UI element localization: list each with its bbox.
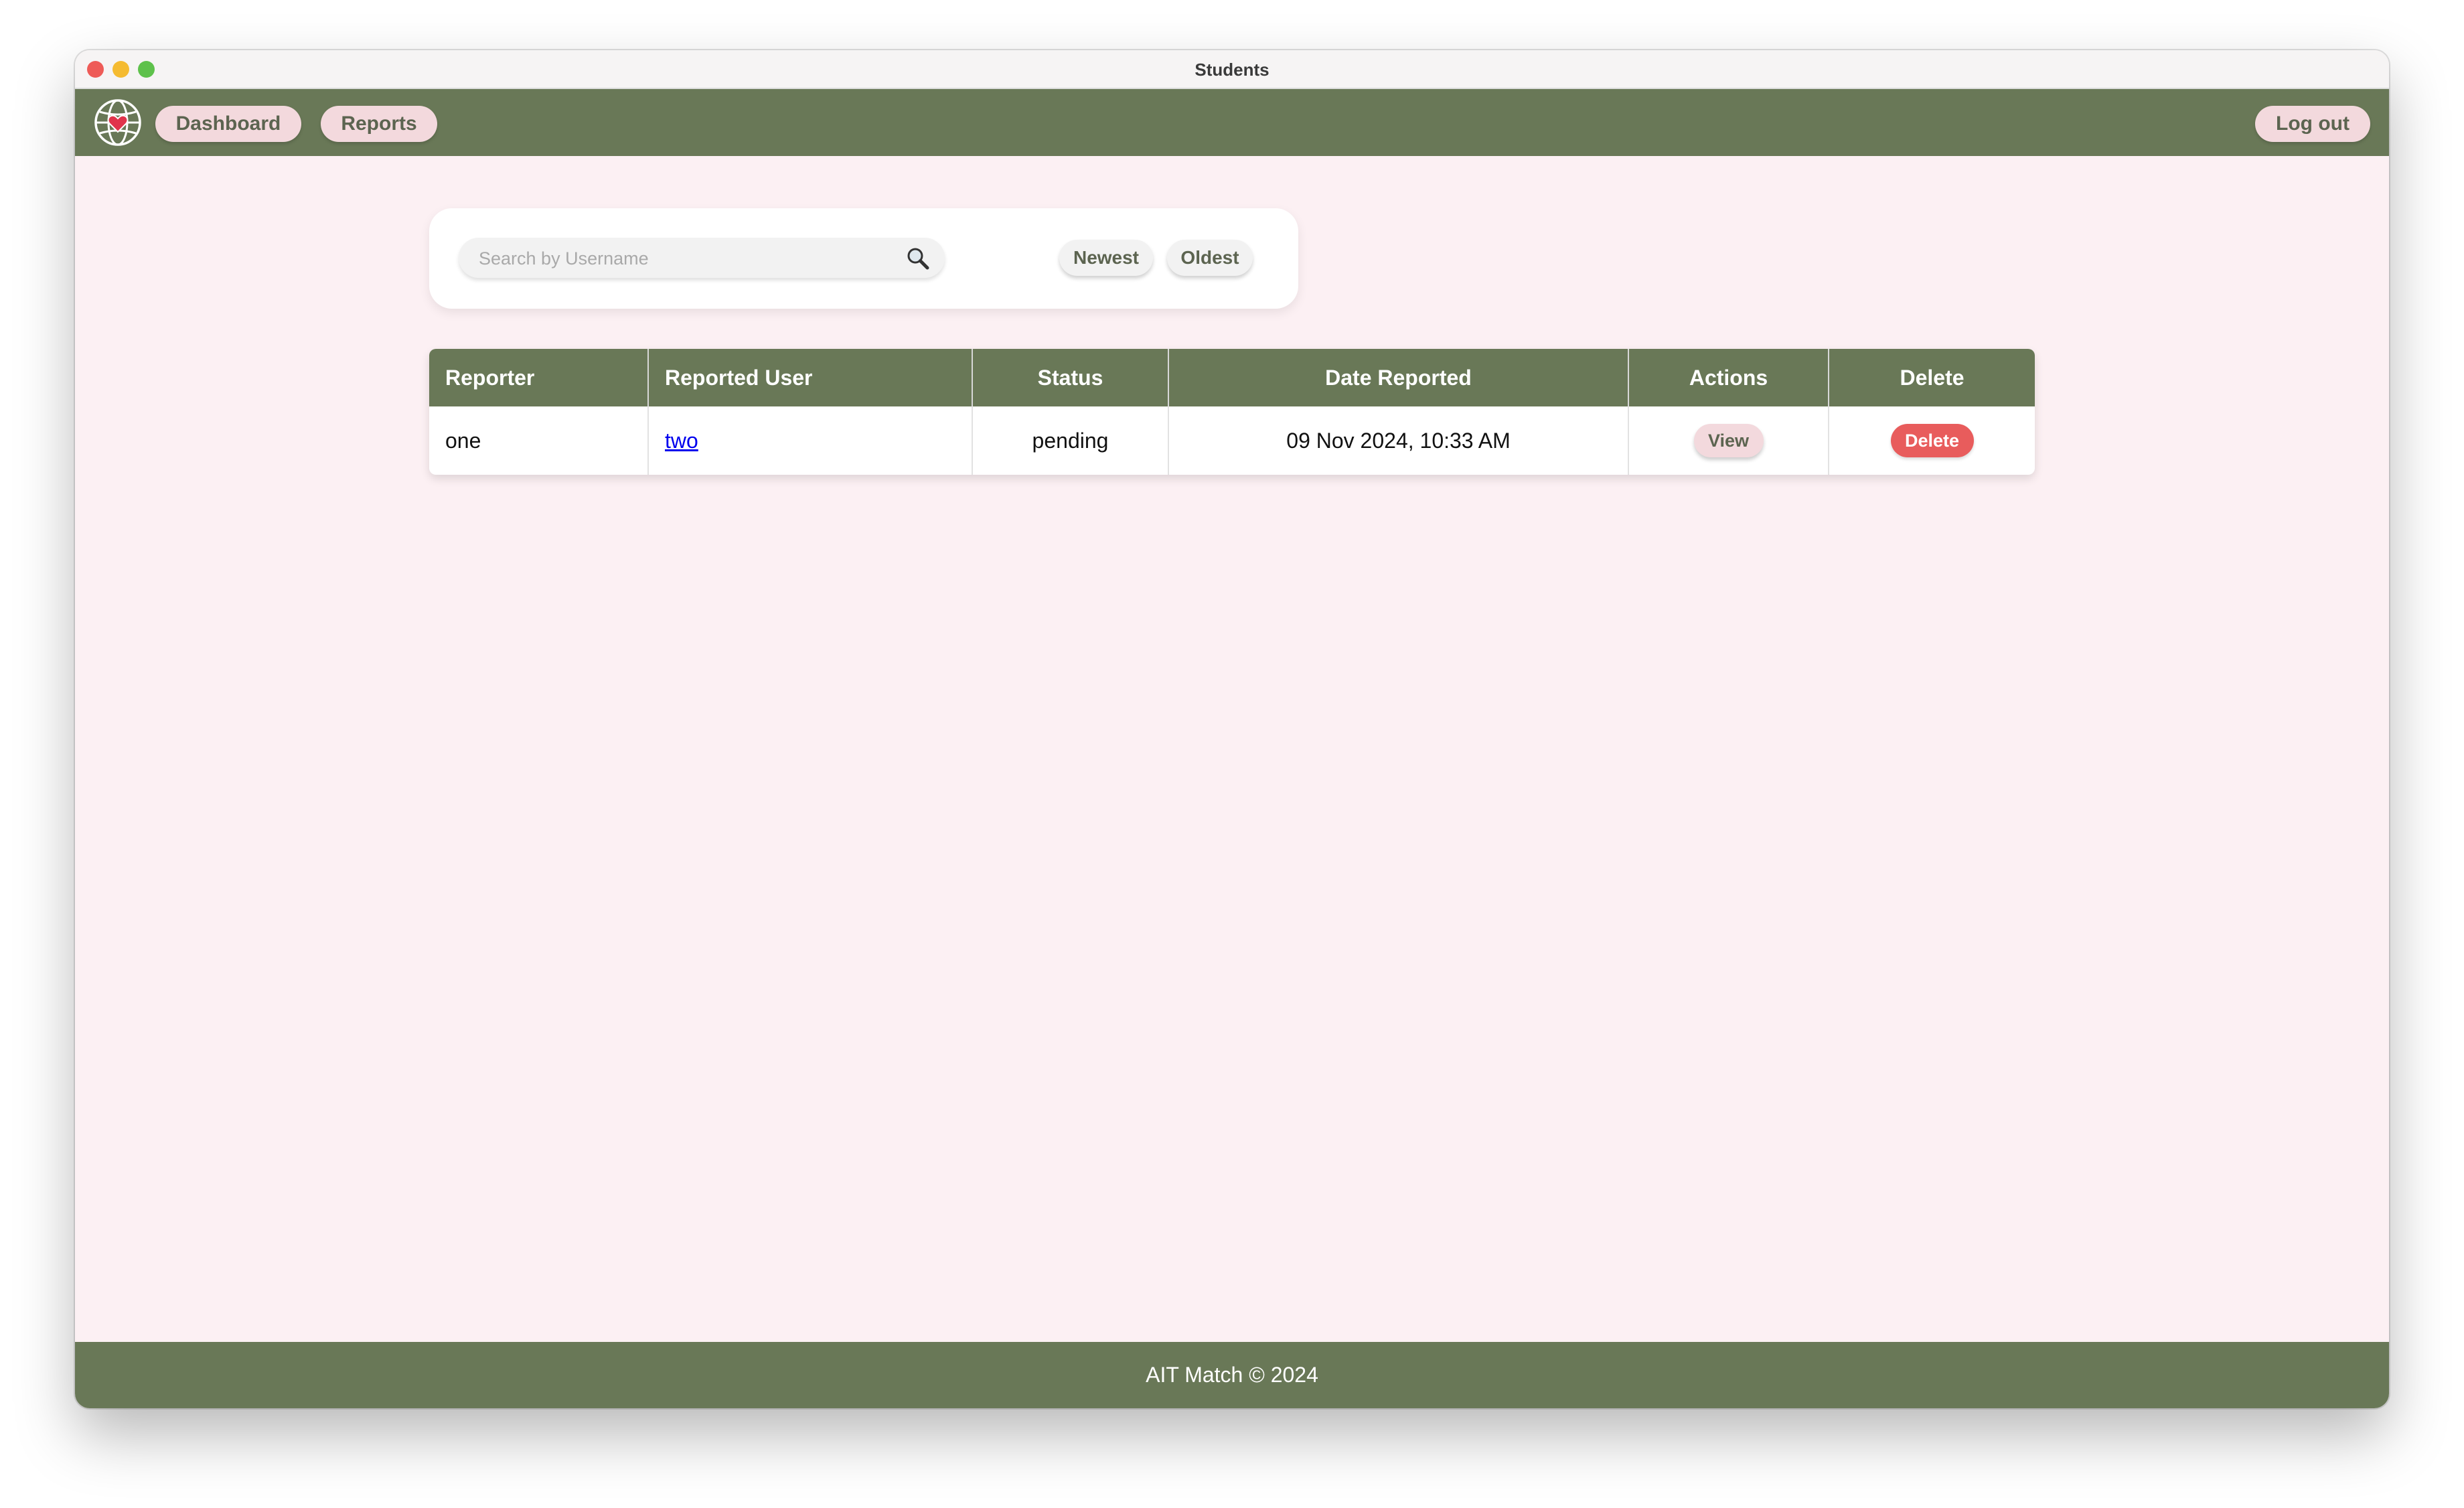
sort-newest-button[interactable]: Newest xyxy=(1059,240,1153,276)
footer-text: AIT Match © 2024 xyxy=(1146,1363,1318,1387)
header-status: Status xyxy=(972,349,1169,406)
header-reported-user: Reported User xyxy=(648,349,973,406)
nav-reports-button[interactable]: Reports xyxy=(321,106,437,142)
search-box xyxy=(459,238,945,279)
app-window: Students Dashboard Reports Log out Newes… xyxy=(75,50,2389,1408)
cell-reporter: one xyxy=(429,406,649,475)
footer: AIT Match © 2024 xyxy=(75,1342,2389,1408)
table-header-row: Reporter Reported User Status Date Repor… xyxy=(429,349,2035,406)
search-icon[interactable] xyxy=(906,246,930,271)
header-actions: Actions xyxy=(1628,349,1829,406)
reported-user-link[interactable]: two xyxy=(665,429,698,453)
window-titlebar: Students xyxy=(75,50,2389,89)
delete-button[interactable]: Delete xyxy=(1890,424,1974,457)
view-button[interactable]: View xyxy=(1693,424,1764,457)
cell-status: pending xyxy=(972,406,1169,475)
table-row: one two pending 09 Nov 2024, 10:33 AM Vi… xyxy=(429,406,2035,475)
top-navbar: Dashboard Reports Log out xyxy=(75,89,2389,156)
cell-delete: Delete xyxy=(1829,406,2035,475)
cell-actions: View xyxy=(1628,406,1829,475)
header-date-reported: Date Reported xyxy=(1168,349,1629,406)
search-panel: Newest Oldest xyxy=(429,208,1298,309)
cell-date-reported: 09 Nov 2024, 10:33 AM xyxy=(1168,406,1629,475)
nav-dashboard-button[interactable]: Dashboard xyxy=(155,106,301,142)
globe-heart-icon[interactable] xyxy=(94,98,142,147)
header-reporter: Reporter xyxy=(429,349,649,406)
window-title: Students xyxy=(1195,60,1269,80)
sort-oldest-button[interactable]: Oldest xyxy=(1167,240,1253,276)
header-delete: Delete xyxy=(1829,349,2035,406)
search-input[interactable] xyxy=(477,238,895,279)
reports-table: Reporter Reported User Status Date Repor… xyxy=(429,349,2035,475)
cell-reported-user: two xyxy=(648,406,973,475)
logout-button[interactable]: Log out xyxy=(2255,106,2370,142)
